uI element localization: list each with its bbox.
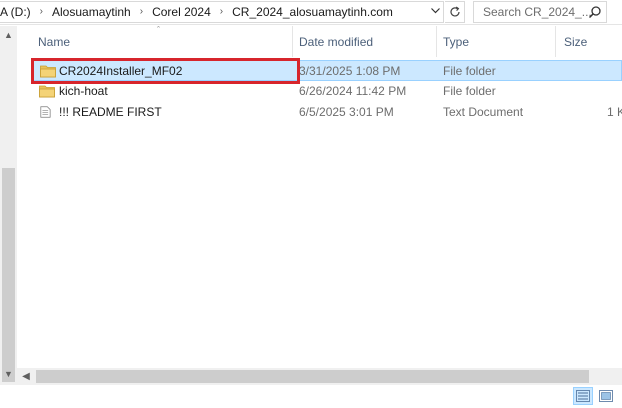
- file-type: File folder: [443, 84, 496, 98]
- file-date-modified: 6/26/2024 11:42 PM: [299, 84, 407, 98]
- column-header-name-label: Name: [38, 34, 71, 49]
- column-header-size[interactable]: Size: [564, 26, 622, 57]
- breadcrumb-drive[interactable]: A (D:): [0, 2, 34, 22]
- column-divider[interactable]: [555, 26, 556, 57]
- address-bar[interactable]: A (D:) › Alosuamaytinh › Corel 2024 › CR…: [0, 1, 444, 23]
- text-document-icon: [40, 106, 51, 118]
- breadcrumb-corel-2024[interactable]: Corel 2024: [149, 2, 214, 22]
- file-row-readme-first[interactable]: !!! README FIRST 6/5/2025 3:01 PM Text D…: [33, 102, 622, 123]
- file-name: !!! README FIRST: [59, 105, 162, 119]
- large-icons-view-button[interactable]: [596, 387, 616, 405]
- search-icon[interactable]: [588, 5, 602, 19]
- column-header-type[interactable]: Type: [443, 26, 553, 57]
- column-divider[interactable]: [292, 26, 293, 57]
- scrollbar-thumb[interactable]: [2, 168, 15, 382]
- details-view-button[interactable]: [573, 387, 593, 405]
- horizontal-scrollbar[interactable]: ◀: [17, 368, 622, 385]
- file-row-cr2024installer-mf02[interactable]: CR2024Installer_MF02 3/31/2025 1:08 PM F…: [33, 60, 622, 81]
- chevron-down-icon: [430, 8, 440, 14]
- search-placeholder: Search CR_2024_...: [483, 5, 592, 19]
- folder-icon: [40, 65, 56, 78]
- file-size: 1 K: [607, 105, 622, 119]
- refresh-button[interactable]: [445, 1, 465, 23]
- search-input[interactable]: Search CR_2024_...: [473, 1, 607, 23]
- file-date-modified: 6/5/2025 3:01 PM: [299, 105, 394, 119]
- file-name: CR2024Installer_MF02: [59, 64, 183, 78]
- scroll-left-icon[interactable]: ◀: [19, 368, 33, 385]
- scrollbar-thumb[interactable]: [36, 370, 589, 383]
- column-header-date-label: Date modified: [299, 34, 374, 49]
- column-divider[interactable]: [436, 26, 437, 57]
- file-date-modified: 3/31/2025 1:08 PM: [299, 64, 401, 78]
- column-header-name[interactable]: Name: [38, 26, 293, 57]
- details-view-icon: [576, 390, 590, 402]
- breadcrumb-alosuamaytinh[interactable]: Alosuamaytinh: [49, 2, 134, 22]
- folder-icon: [39, 85, 55, 98]
- scroll-down-icon[interactable]: ▼: [0, 367, 17, 381]
- scroll-up-icon[interactable]: ▲: [0, 28, 17, 42]
- address-dropdown-button[interactable]: [426, 1, 444, 21]
- large-icons-view-icon: [599, 390, 613, 402]
- column-header-date-modified[interactable]: Date modified: [299, 26, 435, 57]
- file-type: File folder: [443, 64, 496, 78]
- file-name: kich-hoat: [59, 84, 108, 98]
- chevron-right-icon[interactable]: ›: [34, 2, 49, 22]
- breadcrumb-current-folder[interactable]: CR_2024_alosuamaytinh.com: [229, 2, 396, 22]
- column-header-size-label: Size: [564, 34, 588, 49]
- navigation-pane-scrollbar[interactable]: ▲ ▼: [0, 26, 17, 386]
- file-type: Text Document: [443, 105, 524, 119]
- column-header-type-label: Type: [443, 34, 470, 49]
- chevron-right-icon[interactable]: ›: [214, 2, 229, 22]
- refresh-icon: [449, 6, 460, 17]
- status-bar: [0, 385, 622, 408]
- file-row-kich-hoat[interactable]: kich-hoat 6/26/2024 11:42 PM File folder: [33, 81, 622, 102]
- chevron-right-icon[interactable]: ›: [134, 2, 149, 22]
- navigation-bar: A (D:) › Alosuamaytinh › Corel 2024 › CR…: [0, 0, 622, 25]
